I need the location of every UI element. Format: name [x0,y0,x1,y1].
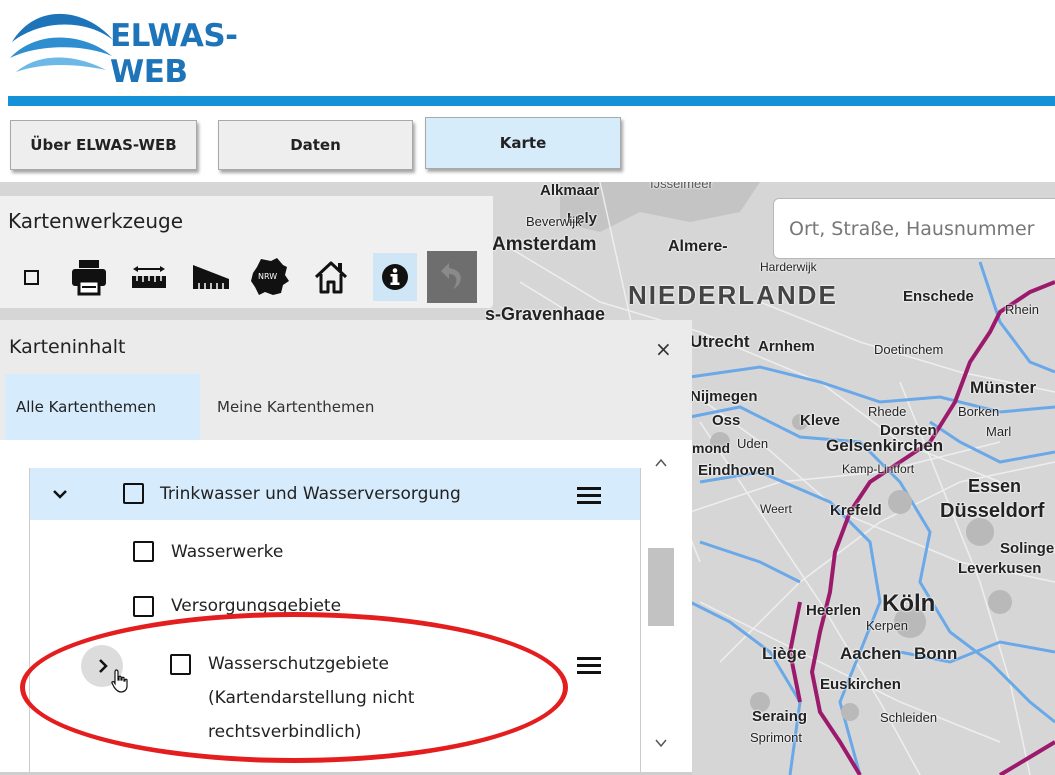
area-ruler-icon [193,265,229,289]
nav-data-button[interactable]: Daten [218,120,413,170]
print-button[interactable] [64,253,114,301]
measure-distance-button[interactable] [124,253,174,301]
map-label-harderwijk: Harderwijk [760,260,817,274]
chevron-down-icon[interactable] [52,486,68,502]
map-label-schleiden: Schleiden [880,710,938,725]
map-label-doetinchem: Doetinchem [874,342,944,357]
map-label-beverwijk: Beverwijk [526,214,582,229]
zoom-nrw-button[interactable]: NRW [244,253,294,301]
map-label-eindhoven: Eindhoven [698,462,775,479]
svg-text:NRW: NRW [258,272,277,281]
nav-map-button[interactable]: Karte [425,117,621,169]
scroll-thumb[interactable] [648,548,674,626]
map-tools-title: Kartenwerkzeuge [8,209,184,233]
map-label-sprimont: Sprimont [750,730,803,745]
group-label: Trinkwasser und Wasserversorgung [160,484,461,504]
location-search-input[interactable]: Ort, Straße, Hausnummer [773,198,1055,259]
info-button[interactable] [373,253,417,301]
group-checkbox[interactable] [123,483,144,504]
scroll-up-icon[interactable] [655,458,667,468]
tab-all-themes[interactable]: Alle Kartenthemen [5,374,200,440]
measure-area-button[interactable] [186,253,236,301]
map-label-rhein: Rhein [1005,302,1039,317]
map-label-leverkusen: Leverkusen [958,560,1042,577]
nrw-icon: NRW [251,258,289,295]
info-icon [382,264,408,290]
map-label-nijmegen: Nijmegen [690,388,758,405]
map-label-duesseldorf: Düsseldorf [940,500,1045,522]
home-icon [314,261,348,294]
map-label-essen: Essen [968,476,1022,496]
item-label: Wasserwerke [171,542,284,562]
map-label-kamp-lintfort: Kamp-Lintfort [842,462,915,476]
scroll-down-icon[interactable] [655,738,667,748]
map-label-almere: Almere- [668,238,728,255]
item-checkbox[interactable] [133,596,154,617]
map-label-weert: Weert [760,502,792,516]
item-menu-icon[interactable] [577,657,601,678]
map-label-utrecht: Utrecht [690,332,750,351]
map-label-marl: Marl [986,424,1012,439]
map-label-arnhem: Arnhem [758,338,815,355]
map-label-niederlande: NIEDERLANDE [628,280,838,310]
tab-my-themes[interactable]: Meine Kartenthemen [217,374,374,440]
group-menu-icon[interactable] [577,487,601,508]
map-content-title: Karteninhalt [9,336,126,358]
map-label-bonn: Bonn [914,644,958,663]
map-label-kleve: Kleve [800,412,841,429]
map-content-header: Karteninhalt × [0,320,692,374]
map-label-koeln: Köln [882,590,936,617]
map-label-amsterdam: Amsterdam [492,234,597,255]
undo-icon [441,263,461,289]
nav-about-button[interactable]: Über ELWAS-WEB [10,120,197,170]
undo-button[interactable] [427,251,477,303]
map-label-enschede: Enschede [903,288,974,305]
group-row[interactable]: Trinkwasser und Wasserversorgung [30,468,640,520]
map-label-euskirchen: Euskirchen [820,676,901,693]
map-label-rhede: Rhede [868,404,907,419]
list-item: Wasserwerke [30,520,640,576]
printer-icon [72,260,106,296]
map-label-mond: mond [692,440,731,456]
map-label-heerlen: Heerlen [806,602,862,619]
select-tool-button[interactable] [6,253,56,301]
map-label-kerpen: Kerpen [866,618,908,633]
map-label-borken: Borken [958,404,1000,419]
map-label-krefeld: Krefeld [830,502,882,519]
map-label-aachen: Aachen [840,644,902,663]
map-label-oss: Oss [712,412,741,429]
map-label-alkmaar: Alkmaar [540,182,600,199]
close-icon[interactable]: × [655,337,672,361]
elwas-logo[interactable]: ELWAS-WEB [8,0,308,90]
home-button[interactable] [306,253,356,301]
map-label-uden: Uden [737,436,769,451]
map-label-liege: Liège [762,644,807,663]
item-checkbox[interactable] [133,541,154,562]
map-label-muenster: Münster [970,378,1037,397]
map-label-ijsselmeer: IJsselmeer [650,182,713,191]
wave-logo-icon [10,13,113,72]
map-content-tabs: Alle Kartenthemen Meine Kartenthemen [0,374,692,440]
map-tools-panel: Kartenwerkzeuge NRW [0,196,493,308]
ruler-icon [132,266,166,288]
checkbox-icon [23,269,39,285]
header-divider [8,96,1055,106]
logo-text: ELWAS-WEB [110,18,238,90]
highlight-annotation [20,612,568,763]
map-label-seraing: Seraing [752,708,808,725]
map-label-gelsenkirchen: Gelsenkirchen [826,436,944,455]
map-label-solingen: Solingen [1000,540,1055,557]
